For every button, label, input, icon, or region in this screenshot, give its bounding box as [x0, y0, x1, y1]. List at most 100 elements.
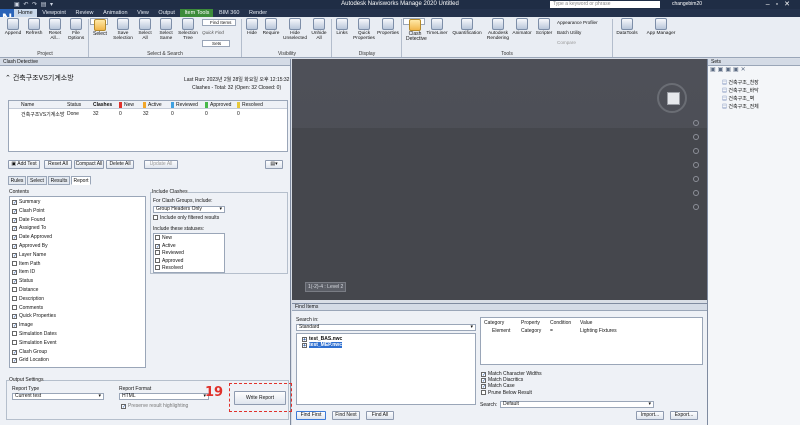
tab-report[interactable]: Report: [71, 176, 91, 185]
orbit-icon[interactable]: [693, 162, 699, 168]
grid-cell[interactable]: Element: [492, 328, 510, 334]
status-option[interactable]: New: [155, 235, 172, 241]
search-in-select[interactable]: Standard ▾: [296, 324, 476, 331]
fit-icon[interactable]: [693, 204, 699, 210]
tab-rules[interactable]: Rules: [8, 176, 26, 185]
properties-button[interactable]: Properties: [376, 18, 400, 36]
save-selection-button[interactable]: Save Selection: [112, 18, 134, 41]
zoom-icon[interactable]: [693, 148, 699, 154]
contents-option[interactable]: ✓ Layer Name: [12, 252, 46, 258]
contents-option[interactable]: Simulation Dates: [12, 331, 57, 337]
reset-all-button[interactable]: Reset All...: [46, 18, 64, 41]
contents-option[interactable]: ✓ Clash Group: [12, 349, 47, 355]
export-dropdown-button[interactable]: ▤▾: [265, 160, 283, 169]
links-button[interactable]: Links: [334, 18, 350, 36]
only-filtered-checkbox[interactable]: Include only filtered results: [153, 215, 219, 221]
export-button[interactable]: Export...: [670, 411, 698, 420]
selection-tree-button[interactable]: Selection Tree: [178, 18, 198, 41]
col-active[interactable]: Active: [143, 102, 162, 108]
select-button[interactable]: Select: [90, 18, 108, 37]
set-item[interactable]: ▤ 건축구조_벽: [722, 95, 754, 102]
select-same-button[interactable]: Select Same: [157, 18, 175, 41]
navigation-bar[interactable]: [693, 120, 700, 240]
collapse-icon[interactable]: ⌃: [5, 75, 13, 82]
pan-icon[interactable]: [693, 134, 699, 140]
contents-option[interactable]: ✓ Clash Point: [12, 208, 45, 214]
tab-animation[interactable]: Animation: [99, 9, 131, 17]
help-search-input[interactable]: Type a keyword or phrase: [550, 1, 660, 8]
tab-render[interactable]: Render: [245, 9, 271, 17]
set-item[interactable]: ▤ 건축구조_천장: [722, 79, 759, 86]
find-option[interactable]: ✓ Match Character Widths: [481, 371, 542, 378]
file-options-button[interactable]: File Options: [66, 18, 86, 41]
autodesk-rendering-button[interactable]: Autodesk Rendering: [486, 18, 510, 41]
hide-unselected-button[interactable]: Hide Unselected: [282, 18, 308, 41]
contents-option[interactable]: Item Path: [12, 260, 40, 267]
quick-properties-button[interactable]: Quick Properties: [352, 18, 376, 41]
col-name[interactable]: Name: [21, 102, 34, 108]
status-option[interactable]: Approved: [155, 257, 183, 264]
status-option[interactable]: Resolved: [155, 265, 183, 271]
report-format-select[interactable]: HTML ▾: [119, 393, 209, 400]
quick-find-input[interactable]: Quick Find: [202, 30, 234, 35]
contents-option[interactable]: ✓ Date Approved: [12, 234, 52, 241]
find-next-button[interactable]: Find Next: [332, 411, 360, 420]
contents-option[interactable]: Distance: [12, 287, 38, 293]
batch-utility-button[interactable]: Batch Utility: [557, 30, 581, 35]
tab-bim360[interactable]: BIM 360: [215, 9, 243, 17]
tab-review[interactable]: Review: [71, 9, 97, 17]
col-new[interactable]: New: [119, 102, 134, 108]
contents-option[interactable]: ✓ Grid Location: [12, 357, 49, 364]
hide-button[interactable]: Hide: [244, 18, 260, 36]
refresh-button[interactable]: Refresh: [24, 18, 44, 36]
col-reviewed[interactable]: Reviewed: [171, 102, 198, 108]
viewcube-icon[interactable]: [657, 83, 687, 113]
datatools-button[interactable]: DataTools: [614, 18, 640, 36]
unhide-all-button[interactable]: Unhide All: [310, 18, 328, 41]
scripter-button[interactable]: Scripter: [534, 18, 554, 36]
delete-all-button[interactable]: Delete All: [106, 160, 134, 169]
contents-option[interactable]: ✓ Date Found: [12, 217, 45, 223]
quantification-button[interactable]: Quantification: [450, 18, 484, 36]
find-all-button[interactable]: Find All: [366, 411, 394, 420]
append-button[interactable]: Append: [4, 18, 22, 36]
tab-view[interactable]: View: [133, 9, 153, 17]
clash-detective-button[interactable]: Clash Detective: [403, 18, 427, 42]
steering-wheel-icon[interactable]: [693, 120, 699, 126]
tab-home[interactable]: Home: [14, 9, 37, 17]
sets-toolbar-icon[interactable]: ▣▣▣▣✕: [708, 66, 800, 74]
appearance-profiler-button[interactable]: Appearance Profiler: [557, 20, 598, 25]
tab-item-tools[interactable]: Item Tools: [180, 9, 214, 17]
search-mode-select[interactable]: Default ▾: [500, 401, 654, 408]
compact-all-button[interactable]: Compact All: [74, 160, 104, 169]
col-clashes[interactable]: Clashes: [93, 102, 112, 108]
table-row[interactable]: 건축구조VS기계소방 Done 32 0 32 0 0 0: [9, 110, 287, 119]
set-item[interactable]: ▤ 건축구조_전체: [722, 103, 759, 110]
grid-cell[interactable]: Category: [521, 328, 541, 334]
find-option[interactable]: Prune Below Result: [481, 389, 532, 396]
col-status[interactable]: Status: [67, 102, 81, 108]
find-option[interactable]: ✓ Match Diacritics: [481, 377, 523, 384]
col-approved[interactable]: Approved: [205, 102, 231, 108]
contents-option[interactable]: ✓ Image: [12, 322, 33, 329]
grid-cell[interactable]: Lighting Fixtures: [580, 328, 617, 334]
file-item[interactable]: + test_MEP.nwc: [302, 342, 342, 349]
animator-button[interactable]: Animator: [511, 18, 533, 36]
tab-viewpoint[interactable]: Viewpoint: [38, 9, 70, 17]
compare-button[interactable]: Compare: [557, 40, 576, 45]
user-name[interactable]: changebim20: [672, 1, 702, 7]
status-option[interactable]: ✓ Active: [155, 243, 176, 249]
tab-results[interactable]: Results: [48, 176, 70, 185]
app-manager-button[interactable]: App Manager: [643, 18, 679, 36]
contents-option[interactable]: Comments: [12, 304, 43, 311]
reset-all-tests-button[interactable]: Reset All: [44, 160, 72, 169]
find-first-button[interactable]: Find First: [296, 411, 326, 420]
contents-option[interactable]: Description: [12, 295, 44, 302]
find-items-button[interactable]: Find Items: [202, 19, 236, 26]
grid-cell[interactable]: =: [550, 328, 553, 334]
set-item[interactable]: ▤ 건축구조_바닥: [722, 87, 759, 94]
walk-icon[interactable]: [693, 190, 699, 196]
tab-select[interactable]: Select: [27, 176, 47, 185]
add-test-button[interactable]: ▣ Add Test: [8, 160, 40, 169]
contents-option[interactable]: ✓ Assigned To: [12, 225, 46, 232]
